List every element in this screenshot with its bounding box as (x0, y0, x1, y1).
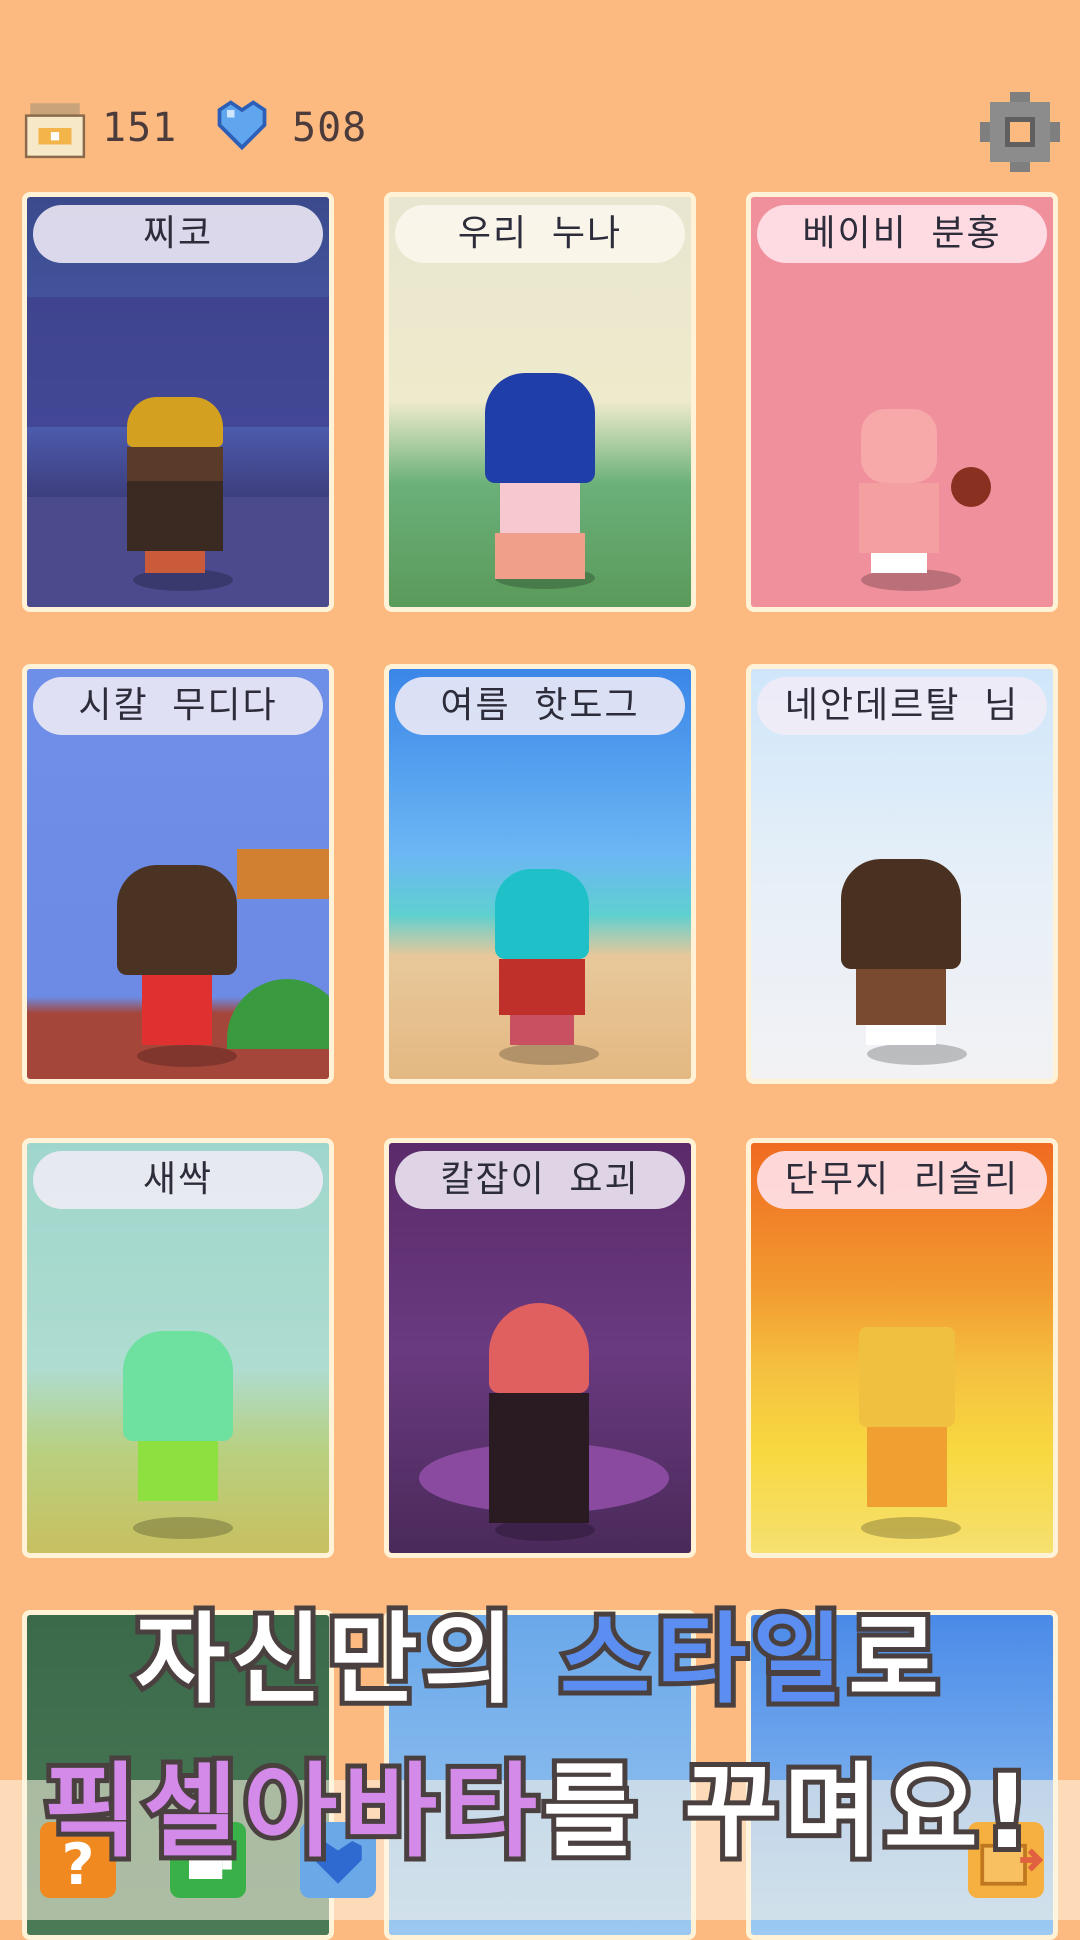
avatar-character (485, 373, 595, 579)
card-name: 시칼 무디다 (33, 677, 323, 735)
avatar-character (127, 397, 223, 573)
gear-icon (980, 92, 1060, 172)
avatar-character (859, 409, 939, 573)
avatar-character (117, 865, 237, 1045)
avatar-card-5[interactable]: 여름 핫도그 (384, 664, 696, 1084)
club-icon (951, 467, 991, 507)
avatar-card-9[interactable]: 단무지 리슬리 (746, 1138, 1058, 1558)
avatar-card-4[interactable]: 시칼 무디다 (22, 664, 334, 1084)
avatar-card-2[interactable]: 우리 누나 (384, 192, 696, 612)
card-name: 단무지 리슬리 (757, 1151, 1047, 1209)
avatar-card-3[interactable]: 베이비 분홍 (746, 192, 1058, 612)
avatar-card-6[interactable]: 네안데르탈 님 (746, 664, 1058, 1084)
card-name: 칼잡이 요괴 (395, 1151, 685, 1209)
avatar-character (489, 1303, 589, 1523)
card-name: 베이비 분홍 (757, 205, 1047, 263)
avatar-card-8[interactable]: 칼잡이 요괴 (384, 1138, 696, 1558)
avatar-card-7[interactable]: 새싹 (22, 1138, 334, 1558)
avatar-character (841, 859, 961, 1045)
coin-jar-icon (22, 95, 88, 161)
top-bar: 151 508 (0, 0, 1080, 180)
avatar-character (859, 1327, 955, 1507)
heart-gem-icon (212, 95, 278, 161)
headline-line-1: 자신만의 스타일로 (130, 1598, 945, 1722)
gem-counter: 508 (212, 92, 367, 164)
settings-button[interactable] (980, 92, 1060, 172)
gem-count: 508 (292, 105, 368, 151)
headline-line-2: 픽셀아바타를 꾸며요! (39, 1748, 1037, 1877)
avatar-card-1[interactable]: 찌코 (22, 192, 334, 612)
card-name: 여름 핫도그 (395, 677, 685, 735)
card-name: 찌코 (33, 205, 323, 263)
card-name: 새싹 (33, 1151, 323, 1209)
coin-counter: 151 (22, 92, 177, 164)
card-name: 우리 누나 (395, 205, 685, 263)
coin-count: 151 (102, 105, 178, 151)
avatar-character (495, 869, 589, 1045)
card-name: 네안데르탈 님 (757, 677, 1047, 735)
avatar-character (123, 1331, 233, 1501)
